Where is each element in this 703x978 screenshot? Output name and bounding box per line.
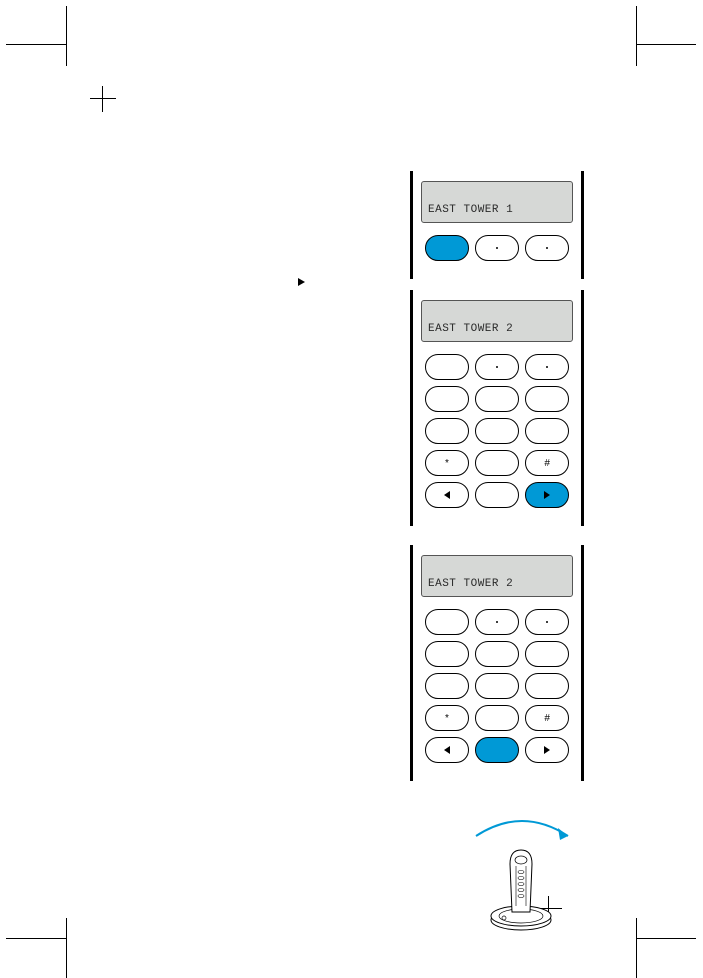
key-6[interactable] (525, 386, 569, 412)
key-2[interactable] (475, 354, 519, 380)
svg-text:#: # (544, 713, 550, 723)
svg-text:*: * (445, 713, 449, 723)
key-hash[interactable]: # (525, 705, 569, 731)
phone-panel-2: EAST TOWER 2 * # (410, 290, 584, 526)
key-star[interactable]: * (425, 705, 469, 731)
crop-mark (6, 938, 66, 939)
key-9[interactable] (525, 673, 569, 699)
phone-panel-1: EAST TOWER 1 (410, 171, 584, 279)
key-8[interactable] (475, 673, 519, 699)
key-hash[interactable]: # (525, 450, 569, 476)
key-3[interactable] (525, 354, 569, 380)
step-arrow-icon (298, 278, 305, 286)
softkey-center[interactable] (475, 235, 519, 261)
key-1[interactable] (425, 609, 469, 635)
nav-right[interactable] (525, 482, 569, 508)
crop-mark (636, 6, 637, 66)
crop-mark (66, 6, 67, 66)
lcd-text: EAST TOWER 1 (428, 204, 513, 216)
nav-left[interactable] (425, 737, 469, 763)
nav-left[interactable] (425, 482, 469, 508)
key-9[interactable] (525, 418, 569, 444)
lcd-display: EAST TOWER 1 (421, 181, 573, 223)
key-7[interactable] (425, 673, 469, 699)
nav-center[interactable] (475, 737, 519, 763)
softkey-left[interactable] (425, 235, 469, 261)
key-4[interactable] (425, 641, 469, 667)
key-0[interactable] (475, 705, 519, 731)
rotate-icon (470, 810, 574, 850)
key-star[interactable]: * (425, 450, 469, 476)
crop-mark (636, 44, 696, 45)
svg-text:*: * (445, 458, 449, 468)
lcd-text: EAST TOWER 2 (428, 323, 513, 335)
key-0[interactable] (475, 450, 519, 476)
key-5[interactable] (475, 386, 519, 412)
lcd-text: EAST TOWER 2 (428, 578, 513, 590)
crop-mark (66, 918, 67, 978)
nav-right[interactable] (525, 737, 569, 763)
registration-mark (90, 86, 116, 112)
key-3[interactable] (525, 609, 569, 635)
key-1[interactable] (425, 354, 469, 380)
crop-mark (6, 44, 66, 45)
key-4[interactable] (425, 386, 469, 412)
crop-mark (636, 918, 637, 978)
handset-base-illustration (486, 846, 556, 932)
lcd-display: EAST TOWER 2 (421, 300, 573, 342)
crop-mark (636, 938, 696, 939)
svg-text:#: # (544, 458, 550, 468)
softkey-right[interactable] (525, 235, 569, 261)
key-7[interactable] (425, 418, 469, 444)
nav-center[interactable] (475, 482, 519, 508)
key-8[interactable] (475, 418, 519, 444)
phone-panel-3: EAST TOWER 2 * # (410, 545, 584, 781)
key-2[interactable] (475, 609, 519, 635)
key-6[interactable] (525, 641, 569, 667)
lcd-display: EAST TOWER 2 (421, 555, 573, 597)
key-5[interactable] (475, 641, 519, 667)
softkey-row (421, 235, 573, 261)
